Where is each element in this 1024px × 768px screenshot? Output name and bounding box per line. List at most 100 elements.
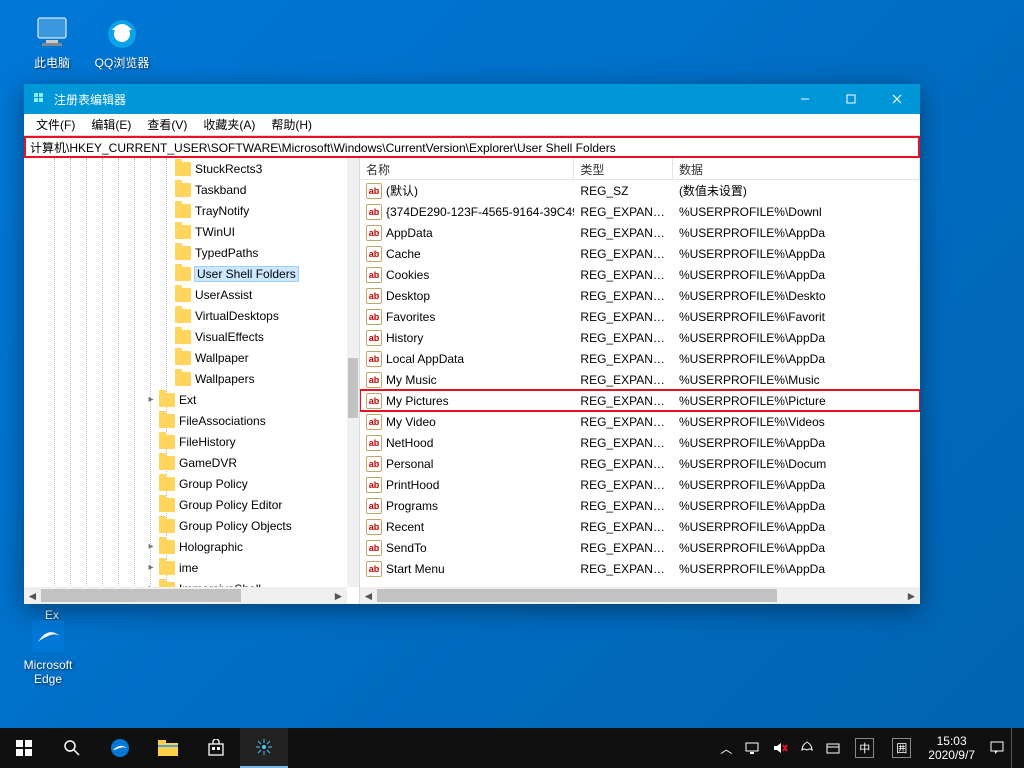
string-value-icon: ab <box>366 393 382 409</box>
action-center-icon[interactable] <box>983 728 1011 768</box>
tree-vscrollbar[interactable] <box>347 158 359 587</box>
folder-icon <box>175 309 191 323</box>
list-hscrollbar[interactable]: ◄ ► <box>360 587 920 604</box>
column-header[interactable]: 数据 <box>673 158 920 179</box>
address-bar[interactable]: 计算机\HKEY_CURRENT_USER\SOFTWARE\Microsoft… <box>24 136 920 158</box>
folder-icon <box>159 498 175 512</box>
folder-icon <box>159 393 175 407</box>
string-value-icon: ab <box>366 288 382 304</box>
tree-node[interactable]: FileHistory <box>24 431 347 452</box>
list-row[interactable]: abCookiesREG_EXPAND_SZ%USERPROFILE%\AppD… <box>360 264 920 285</box>
menu-item[interactable]: 帮助(H) <box>263 114 320 135</box>
scrollbar-thumb[interactable] <box>348 358 358 418</box>
list-row[interactable]: abFavoritesREG_EXPAND_SZ%USERPROFILE%\Fa… <box>360 306 920 327</box>
clock-time: 15:03 <box>928 734 975 748</box>
maximize-button[interactable] <box>828 84 874 114</box>
menu-item[interactable]: 收藏夹(A) <box>195 114 263 135</box>
list-row[interactable]: abSendToREG_EXPAND_SZ%USERPROFILE%\AppDa <box>360 537 920 558</box>
list-row[interactable]: abMy VideoREG_EXPAND_SZ%USERPROFILE%\Vid… <box>360 411 920 432</box>
list-row[interactable]: abLocal AppDataREG_EXPAND_SZ%USERPROFILE… <box>360 348 920 369</box>
tree-node[interactable]: Group Policy Objects <box>24 515 347 536</box>
tree-node[interactable]: ▸Ext <box>24 389 347 410</box>
tree-node[interactable]: ▸ime <box>24 557 347 578</box>
tree-node[interactable]: FileAssociations <box>24 410 347 431</box>
window-title: 注册表编辑器 <box>54 91 126 108</box>
list-row[interactable]: abDesktopREG_EXPAND_SZ%USERPROFILE%\Desk… <box>360 285 920 306</box>
value-name: Programs <box>386 499 438 513</box>
value-type: REG_EXPAND_SZ <box>574 499 673 513</box>
menu-item[interactable]: 文件(F) <box>28 114 83 135</box>
edge-taskbar-button[interactable] <box>96 728 144 768</box>
network-icon[interactable] <box>738 728 766 768</box>
show-desktop-button[interactable] <box>1011 728 1024 768</box>
tree-node[interactable]: TrayNotify <box>24 200 347 221</box>
tree-node[interactable]: Taskband <box>24 179 347 200</box>
string-value-icon: ab <box>366 309 382 325</box>
app-taskbar-button[interactable] <box>240 728 288 768</box>
expand-icon[interactable]: ▸ <box>144 394 158 405</box>
list-row[interactable]: abAppDataREG_EXPAND_SZ%USERPROFILE%\AppD… <box>360 222 920 243</box>
tree-node[interactable]: TWinUI <box>24 221 347 242</box>
expand-icon[interactable]: ▸ <box>144 562 158 573</box>
column-header[interactable]: 类型 <box>574 158 673 179</box>
tree-node[interactable]: GameDVR <box>24 452 347 473</box>
tree-node[interactable]: User Shell Folders <box>24 263 347 284</box>
search-button[interactable] <box>48 728 96 768</box>
value-type: REG_EXPAND_SZ <box>574 562 673 576</box>
tree-node[interactable]: StuckRects3 <box>24 158 347 179</box>
list-row[interactable]: abPersonalREG_EXPAND_SZ%USERPROFILE%\Doc… <box>360 453 920 474</box>
tray-app-icon[interactable] <box>820 728 846 768</box>
list-row[interactable]: abRecentREG_EXPAND_SZ%USERPROFILE%\AppDa <box>360 516 920 537</box>
list-row[interactable]: abCacheREG_EXPAND_SZ%USERPROFILE%\AppDa <box>360 243 920 264</box>
scroll-right-icon[interactable]: ► <box>330 587 347 604</box>
ime-indicator[interactable]: 中 <box>846 728 883 768</box>
tree-hscrollbar[interactable]: ◄ ► <box>24 587 347 604</box>
ime-indicator[interactable]: 囲 <box>883 728 920 768</box>
list-row[interactable]: abNetHoodREG_EXPAND_SZ%USERPROFILE%\AppD… <box>360 432 920 453</box>
value-type: REG_EXPAND_SZ <box>574 226 673 240</box>
tree-node[interactable]: ▸Holographic <box>24 536 347 557</box>
scrollbar-thumb[interactable] <box>377 589 777 602</box>
scroll-right-icon[interactable]: ► <box>903 587 920 604</box>
tree-node[interactable]: Wallpapers <box>24 368 347 389</box>
menu-item[interactable]: 编辑(E) <box>83 114 139 135</box>
scroll-left-icon[interactable]: ◄ <box>360 587 377 604</box>
tree-node[interactable]: VisualEffects <box>24 326 347 347</box>
scrollbar-thumb[interactable] <box>41 589 241 602</box>
list-row[interactable]: abPrintHoodREG_EXPAND_SZ%USERPROFILE%\Ap… <box>360 474 920 495</box>
tree-node[interactable]: Wallpaper <box>24 347 347 368</box>
expand-icon[interactable]: ▸ <box>144 541 158 552</box>
tree-node[interactable]: UserAssist <box>24 284 347 305</box>
list-row[interactable]: abHistoryREG_EXPAND_SZ%USERPROFILE%\AppD… <box>360 327 920 348</box>
desktop-icon[interactable]: QQ浏览器 <box>88 12 156 71</box>
minimize-button[interactable] <box>782 84 828 114</box>
column-header[interactable]: 名称 <box>360 158 574 179</box>
list-row[interactable]: ab(默认)REG_SZ(数值未设置) <box>360 180 920 201</box>
store-taskbar-button[interactable] <box>192 728 240 768</box>
tree-node[interactable]: Group Policy Editor <box>24 494 347 515</box>
string-value-icon: ab <box>366 414 382 430</box>
registry-tree[interactable]: StuckRects3TaskbandTrayNotifyTWinUITyped… <box>24 158 360 604</box>
tree-node[interactable]: TypedPaths <box>24 242 347 263</box>
menubar: 文件(F)编辑(E)查看(V)收藏夹(A)帮助(H) <box>24 114 920 136</box>
scroll-left-icon[interactable]: ◄ <box>24 587 41 604</box>
start-button[interactable] <box>0 728 48 768</box>
desktop-icon[interactable]: Microsoft Edge <box>14 616 82 686</box>
explorer-taskbar-button[interactable] <box>144 728 192 768</box>
list-row[interactable]: ab{374DE290-123F-4565-9164-39C4925…REG_E… <box>360 201 920 222</box>
tree-node[interactable]: VirtualDesktops <box>24 305 347 326</box>
tray-app-icon[interactable] <box>794 728 820 768</box>
titlebar[interactable]: 注册表编辑器 <box>24 84 920 114</box>
list-row[interactable]: abProgramsREG_EXPAND_SZ%USERPROFILE%\App… <box>360 495 920 516</box>
value-name: Personal <box>386 457 433 471</box>
desktop-icon[interactable]: 此电脑 <box>18 12 86 71</box>
menu-item[interactable]: 查看(V) <box>139 114 195 135</box>
tray-overflow-icon[interactable]: ︿ <box>714 728 738 768</box>
clock[interactable]: 15:03 2020/9/7 <box>920 734 983 763</box>
volume-icon[interactable] <box>766 728 794 768</box>
list-row[interactable]: abMy PicturesREG_EXPAND_SZ%USERPROFILE%\… <box>360 390 920 411</box>
list-row[interactable]: abMy MusicREG_EXPAND_SZ%USERPROFILE%\Mus… <box>360 369 920 390</box>
tree-node[interactable]: Group Policy <box>24 473 347 494</box>
list-row[interactable]: abStart MenuREG_EXPAND_SZ%USERPROFILE%\A… <box>360 558 920 579</box>
close-button[interactable] <box>874 84 920 114</box>
